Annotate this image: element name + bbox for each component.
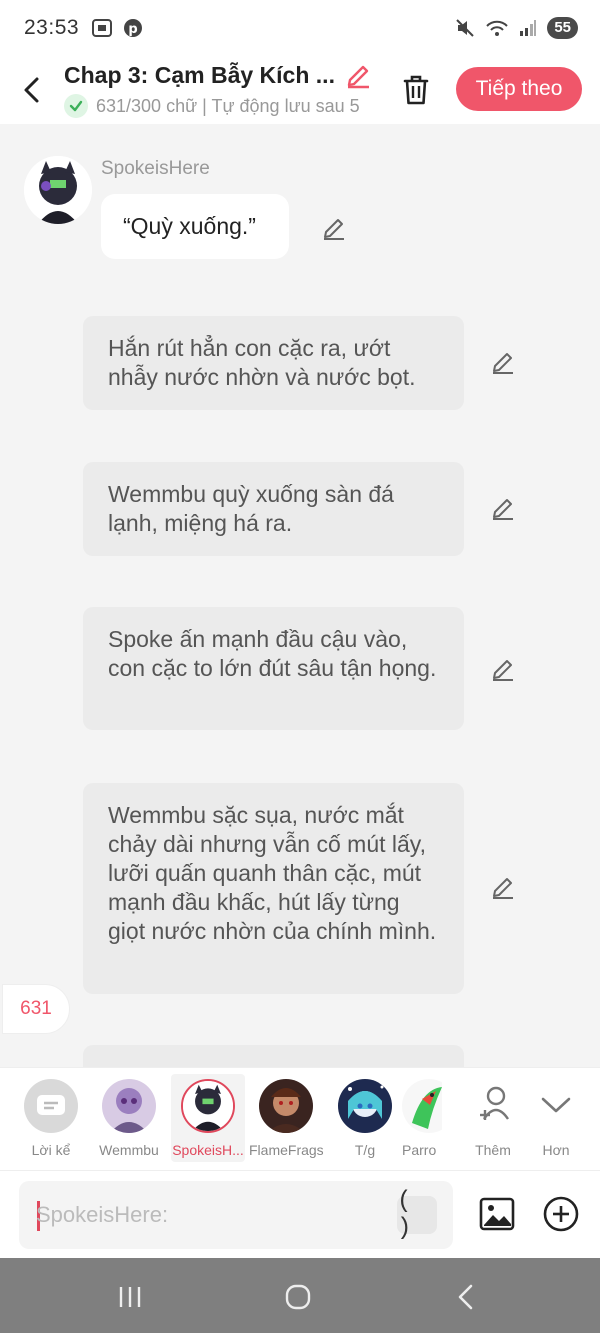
recent-apps-icon[interactable] bbox=[115, 1282, 145, 1312]
mute-icon bbox=[456, 19, 475, 37]
character-flamefrags[interactable]: FlameFrags bbox=[249, 1074, 323, 1162]
narration-bubble[interactable]: Spoke ấn mạnh đầu cậu vào, con cặc to lớ… bbox=[83, 607, 464, 730]
speaker-name: SpokeisHere bbox=[101, 158, 210, 179]
chapter-title[interactable]: Chap 3: Cạm Bẫy Kích ... bbox=[64, 62, 335, 89]
narration-bubble[interactable]: Hắn rút hẳn con cặc ra, ướt nhẫy nước nh… bbox=[83, 316, 464, 410]
narrator-avatar bbox=[24, 1079, 78, 1133]
system-nav-bar bbox=[0, 1258, 600, 1333]
narration-bubble[interactable]: Wemmbu sặc sụa, nước mắt chảy dài nhưng … bbox=[83, 783, 464, 994]
character-avatar bbox=[181, 1079, 235, 1133]
image-icon[interactable] bbox=[478, 1195, 516, 1233]
character-name: Parro bbox=[402, 1142, 437, 1158]
check-icon bbox=[64, 94, 88, 118]
save-status: 631/300 chữ | Tự động lưu sau 5 bbox=[96, 95, 360, 116]
character-wemmbu[interactable]: Wemmbu bbox=[92, 1074, 166, 1162]
narration-bubble-partial[interactable] bbox=[83, 1045, 464, 1067]
narration-bubble[interactable]: Wemmbu quỳ xuống sàn đá lạnh, miệng há r… bbox=[83, 462, 464, 556]
character-name: Wemmbu bbox=[99, 1142, 159, 1158]
character-parrot[interactable]: Parro bbox=[392, 1074, 442, 1162]
word-count-badge: 631 bbox=[2, 984, 70, 1034]
character-avatar bbox=[402, 1079, 442, 1133]
add-icon[interactable] bbox=[542, 1195, 580, 1233]
input-bar: ( ) bbox=[0, 1170, 600, 1258]
edit-icon[interactable] bbox=[321, 216, 347, 242]
back-nav-icon[interactable] bbox=[451, 1282, 481, 1312]
character-name: FlameFrags bbox=[249, 1142, 323, 1158]
character-narrator[interactable]: Lời kể bbox=[14, 1074, 88, 1162]
edit-icon[interactable] bbox=[490, 657, 516, 683]
status-time: 23:53 bbox=[24, 16, 80, 39]
home-icon[interactable] bbox=[283, 1282, 313, 1312]
svg-text:p: p bbox=[128, 22, 137, 37]
screenshot-icon bbox=[92, 19, 113, 37]
trash-icon[interactable] bbox=[398, 72, 434, 108]
character-avatar bbox=[338, 1079, 392, 1133]
add-user-icon bbox=[480, 1086, 509, 1120]
character-avatar bbox=[102, 1079, 156, 1133]
edit-icon[interactable] bbox=[490, 350, 516, 376]
more-characters-button[interactable]: Hơn bbox=[519, 1074, 593, 1162]
wifi-icon bbox=[486, 20, 509, 36]
chevron-down-icon bbox=[541, 1097, 571, 1113]
next-button[interactable]: Tiếp theo bbox=[456, 67, 582, 111]
pinterest-icon: p bbox=[124, 19, 143, 37]
character-tg[interactable]: T/g bbox=[328, 1074, 402, 1162]
message-input-box[interactable]: ( ) bbox=[19, 1181, 453, 1249]
character-name: Lời kể bbox=[31, 1142, 71, 1158]
narration-icon bbox=[37, 1095, 65, 1115]
dialogue-bubble[interactable]: “Quỳ xuống.” bbox=[101, 194, 289, 259]
battery-badge: 55 bbox=[547, 17, 578, 39]
chevron-left-icon bbox=[24, 77, 39, 103]
character-spokeishere-selected[interactable]: SpokeisH... bbox=[171, 1074, 245, 1162]
speaker-avatar bbox=[24, 156, 92, 224]
parenthesis-button[interactable]: ( ) bbox=[397, 1188, 437, 1242]
edit-icon[interactable] bbox=[490, 875, 516, 901]
character-avatar bbox=[259, 1079, 313, 1133]
message-input[interactable] bbox=[36, 1181, 396, 1249]
character-name: Hơn bbox=[542, 1142, 570, 1158]
back-button[interactable] bbox=[0, 56, 64, 124]
character-name: SpokeisH... bbox=[172, 1142, 244, 1158]
status-bar: 23:53 p 55 bbox=[0, 0, 600, 56]
character-name: T/g bbox=[354, 1142, 376, 1158]
edit-title-icon[interactable] bbox=[345, 63, 371, 89]
chat-area[interactable]: SpokeisHere “Quỳ xuống.” Hắn rút hẳn con… bbox=[0, 124, 600, 1067]
character-selector: Lời kể Wemmbu SpokeisH... FlameFrags T/g… bbox=[0, 1067, 600, 1170]
edit-icon[interactable] bbox=[490, 496, 516, 522]
editor-header: Chap 3: Cạm Bẫy Kích ... 631/300 chữ | T… bbox=[0, 56, 600, 124]
signal-icon bbox=[520, 20, 537, 36]
